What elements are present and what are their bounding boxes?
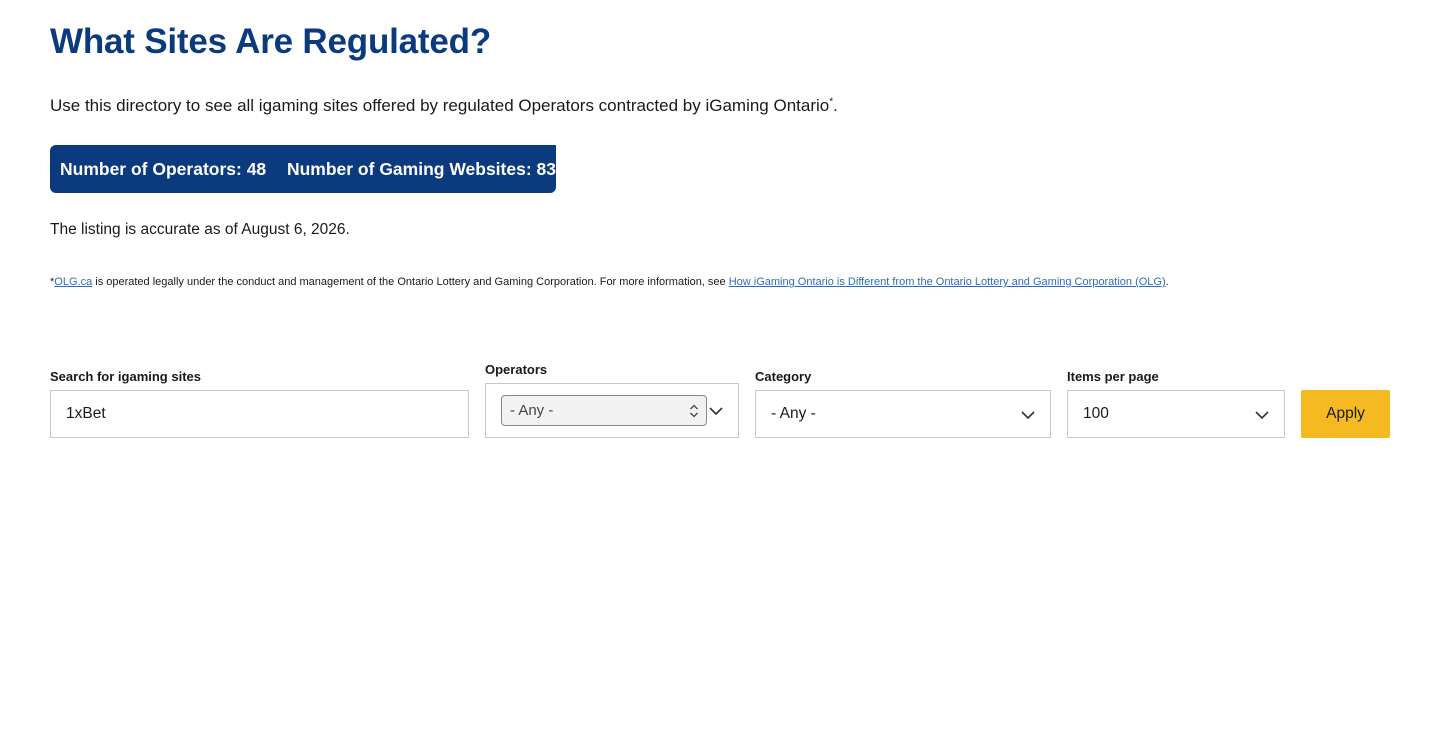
category-label: Category [755, 369, 812, 384]
items-per-page-value: 100 [1083, 405, 1109, 422]
operators-select[interactable]: - Any - [501, 395, 707, 426]
footnote-text: is operated legally under the conduct an… [92, 276, 729, 288]
intro-end: . [833, 96, 838, 115]
footnote-end: . [1165, 276, 1169, 288]
chevron-down-icon [1255, 411, 1269, 420]
intro-body: Use this directory to see all igaming si… [50, 96, 830, 115]
operators-select-container: - Any - [485, 383, 739, 438]
operators-select-value: - Any - [510, 402, 554, 419]
accuracy-note: The listing is accurate as of August 6, … [50, 221, 350, 238]
olg-link[interactable]: OLG.ca [54, 276, 92, 288]
intro-text: Use this directory to see all igaming si… [50, 96, 838, 116]
items-per-page-select[interactable]: 100 [1067, 390, 1285, 438]
up-down-arrows-icon [690, 404, 698, 418]
chevron-down-icon [1021, 411, 1035, 420]
apply-button[interactable]: Apply [1301, 390, 1390, 438]
websites-count: Number of Gaming Websites: 83 [286, 158, 556, 179]
operators-count: Number of Operators: 48 [60, 158, 267, 179]
page-title: What Sites Are Regulated? [50, 22, 491, 61]
footnote: *OLG.ca is operated legally under the co… [50, 276, 1169, 288]
stats-banner: Number of Operators: 48 Number of Gaming… [50, 145, 556, 193]
operators-label: Operators [485, 362, 548, 377]
chevron-down-icon[interactable] [709, 404, 723, 418]
items-per-page-label: Items per page [1067, 369, 1159, 384]
category-select[interactable]: - Any - [755, 390, 1051, 438]
search-input[interactable] [50, 390, 469, 438]
igaming-vs-olg-link[interactable]: How iGaming Ontario is Different from th… [729, 276, 1166, 288]
search-label: Search for igaming sites [50, 369, 201, 384]
page: What Sites Are Regulated? Use this direc… [0, 0, 1440, 748]
category-select-value: - Any - [771, 405, 816, 422]
